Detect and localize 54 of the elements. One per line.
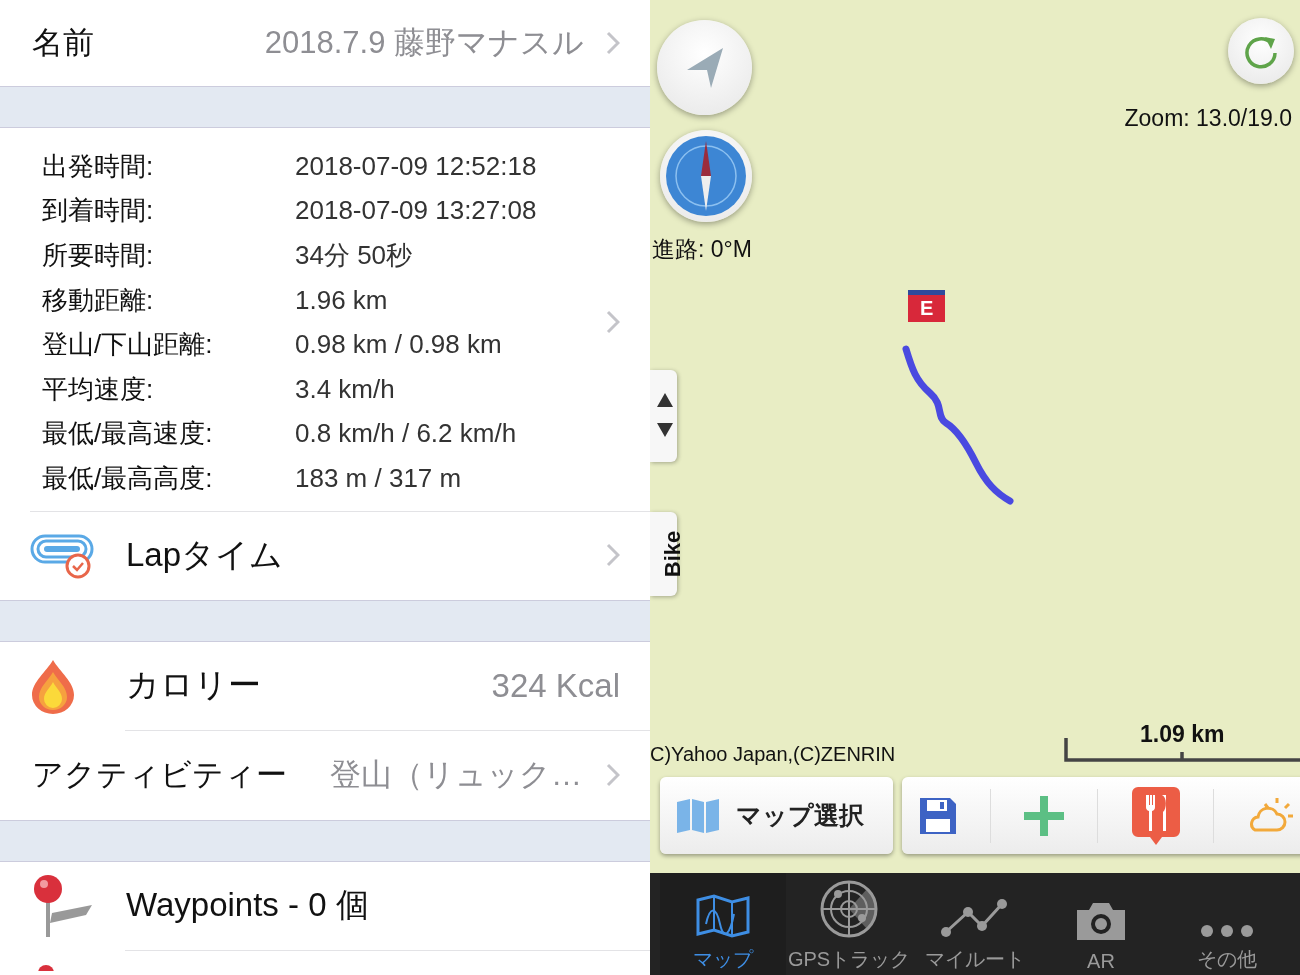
- stat-label: 出発時間:: [42, 149, 155, 183]
- line-graph-icon: [940, 898, 1010, 938]
- camera-icon: [1075, 900, 1127, 942]
- radar-icon: [820, 880, 878, 938]
- tab-bar-item[interactable]: GPSトラック: [786, 873, 912, 975]
- activity-label: アクティビティー: [32, 756, 287, 795]
- scroll-tab[interactable]: [650, 370, 677, 462]
- map-icon: [676, 797, 720, 834]
- compass-button[interactable]: [660, 130, 752, 222]
- calorie-value: 324 Kcal: [491, 666, 620, 705]
- heading-label: 進路: 0°M: [652, 235, 752, 264]
- zoom-level-label: Zoom: 13.0/19.0: [1124, 105, 1292, 132]
- lap-time-label: Lapタイム: [126, 535, 284, 576]
- stat-label: 到着時間:: [42, 194, 155, 228]
- map-select-button[interactable]: マップ選択: [660, 777, 893, 854]
- scale-label: 1.09 km: [1140, 721, 1225, 748]
- map-icon: [696, 894, 750, 938]
- waypoints-label: Waypoints - 0 個: [126, 885, 369, 926]
- stat-value: 0.8 km/h / 6.2 km/h: [295, 418, 517, 450]
- tab-bar-item[interactable]: マップ: [660, 873, 786, 975]
- stat-label: 登山/下山距離:: [42, 328, 214, 362]
- copyright-text: C)Yahoo Japan,(C)ZENRIN: [650, 743, 896, 766]
- tab-bar-item[interactable]: マイルート: [912, 873, 1038, 975]
- save-icon[interactable]: [918, 796, 957, 835]
- end-marker: E: [908, 290, 946, 322]
- chevron-icon: [606, 763, 620, 788]
- field-label: 名前: [32, 24, 94, 62]
- stat-label: 所要時間:: [42, 239, 155, 272]
- refresh-button[interactable]: [1228, 18, 1294, 84]
- stat-label: 平均速度:: [42, 372, 155, 406]
- stat-value: 183 m / 317 m: [295, 462, 462, 494]
- compass-icon: [665, 135, 747, 217]
- stat-value: 2018-07-09 12:52:18: [295, 150, 537, 182]
- stat-value: 2018-07-09 13:27:08: [295, 195, 537, 227]
- stat-value: 1.96 km: [295, 284, 388, 316]
- chevron-icon: [606, 542, 620, 567]
- stat-label: 最低/最高高度:: [42, 461, 214, 495]
- stat-label: 最低/最高速度:: [42, 417, 214, 451]
- calorie-label: カロリー: [126, 665, 261, 706]
- restaurant-icon[interactable]: [1131, 786, 1180, 845]
- stat-label: 移動距離:: [42, 283, 155, 317]
- tab-bar-item[interactable]: その他: [1164, 873, 1290, 975]
- field-value: 2018.7.9 藤野マナスル: [264, 24, 584, 62]
- chevron-icon: [606, 31, 620, 55]
- topographic-map[interactable]: E Zoom: 13.0/19.0 進路: 0°M Bike C)Yahoo Japan,(C)ZENRIN 1.09 km マップ選択: [650, 0, 1300, 873]
- stat-value: 34分 50秒: [295, 239, 413, 272]
- tab-bar-item[interactable]: AR: [1038, 873, 1164, 975]
- add-icon[interactable]: [1024, 795, 1065, 836]
- stat-value: 3.4 km/h: [295, 373, 395, 405]
- stat-value: 0.98 km / 0.98 km: [295, 329, 502, 361]
- more-icon: [1200, 924, 1254, 938]
- activity-value: 登山（リュック…: [330, 756, 582, 795]
- chevron-icon: [606, 310, 620, 335]
- location-button[interactable]: [657, 20, 752, 115]
